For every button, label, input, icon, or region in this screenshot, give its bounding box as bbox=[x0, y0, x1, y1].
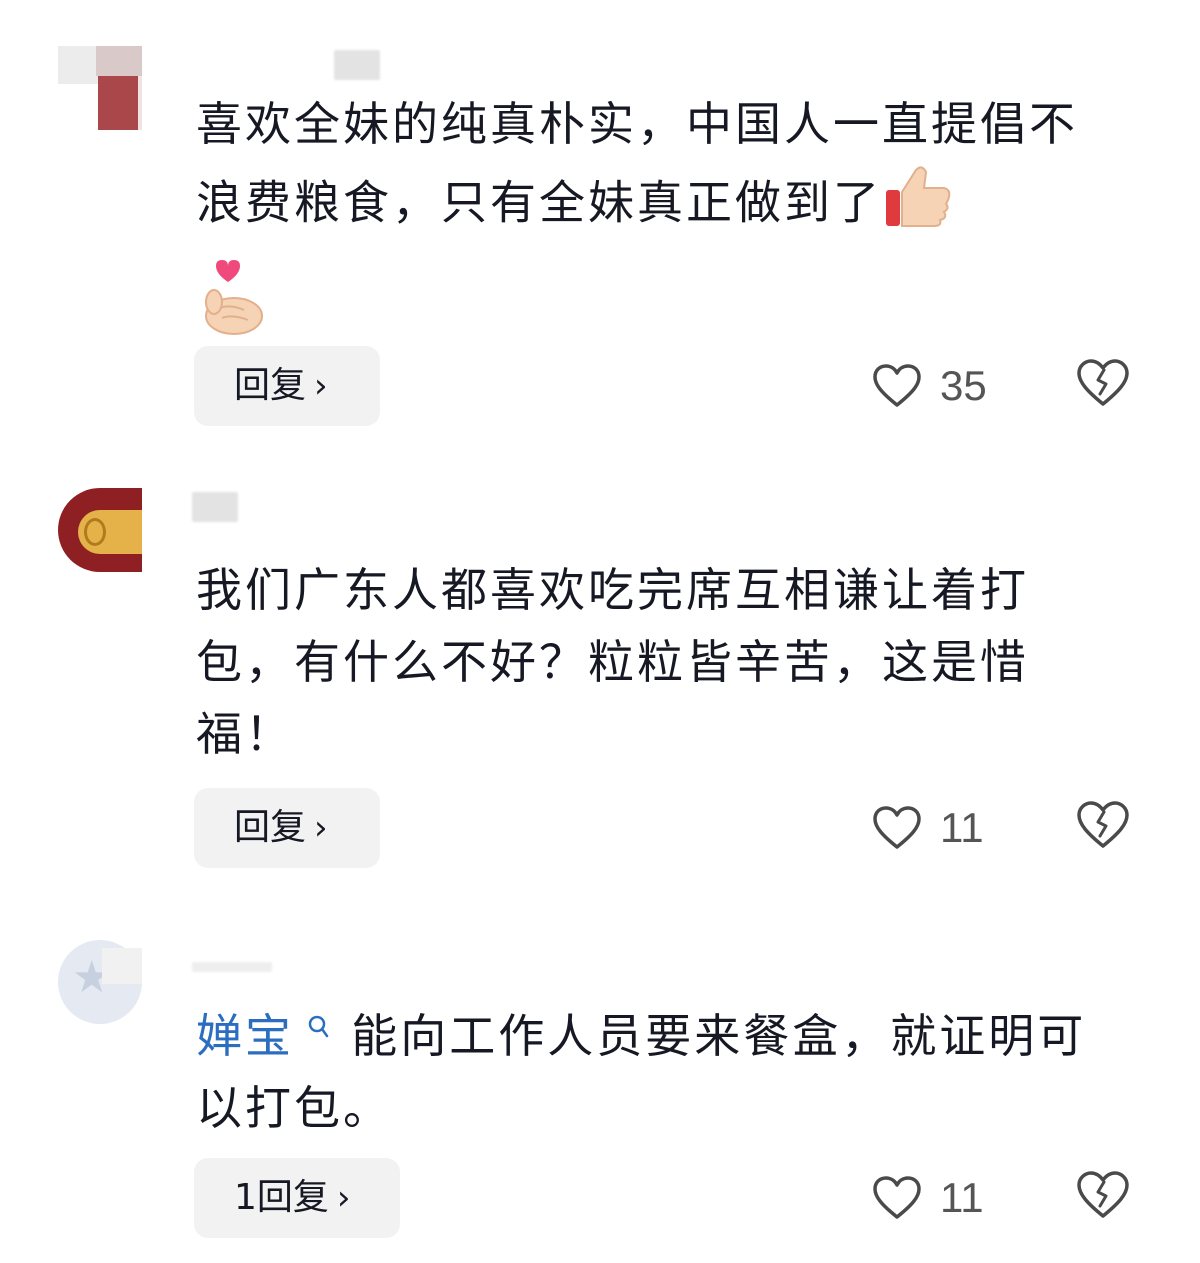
like-button[interactable]: 11 bbox=[872, 1168, 984, 1228]
finger-heart-emoji-icon bbox=[196, 258, 266, 358]
thumbs-up-emoji-icon bbox=[882, 160, 954, 252]
like-count: 35 bbox=[940, 362, 987, 409]
broken-heart-icon bbox=[1077, 1171, 1129, 1218]
heart-outline-icon bbox=[873, 806, 921, 849]
reply-button[interactable]: 回复 › bbox=[194, 346, 380, 426]
like-count: 11 bbox=[940, 1174, 984, 1221]
like-count: 11 bbox=[940, 804, 984, 851]
reply-button[interactable]: 1回复 › bbox=[194, 1158, 400, 1238]
dislike-button[interactable] bbox=[1076, 800, 1130, 854]
like-button[interactable]: 11 bbox=[872, 798, 984, 858]
reply-label: 回复 bbox=[234, 365, 307, 406]
dislike-button[interactable] bbox=[1076, 1170, 1130, 1224]
mention-link[interactable]: 婵宝 bbox=[196, 1009, 294, 1063]
reply-button[interactable]: 回复 › bbox=[194, 788, 380, 868]
username-blurred bbox=[334, 50, 380, 80]
heart-outline-icon bbox=[873, 1176, 921, 1219]
comment-text: 婵宝 能向工作人员要来餐盒，就证明可以打包。 bbox=[196, 1000, 1116, 1144]
chevron-right-icon: › bbox=[314, 808, 328, 848]
avatar[interactable] bbox=[58, 488, 142, 572]
broken-heart-icon bbox=[1077, 801, 1129, 848]
reply-label: 1回复 bbox=[234, 1177, 329, 1218]
search-icon bbox=[296, 1015, 339, 1044]
dislike-button[interactable] bbox=[1076, 358, 1130, 412]
heart-outline-icon bbox=[873, 364, 921, 407]
comment-text: 喜欢全妹的纯真朴实，中国人一直提倡不浪费粮食，只有全妹真正做到了 bbox=[196, 88, 1116, 358]
avatar[interactable]: ★ bbox=[58, 940, 142, 1024]
chevron-right-icon: › bbox=[314, 366, 328, 406]
username-blurred bbox=[192, 492, 238, 522]
avatar[interactable] bbox=[58, 46, 142, 130]
comment-text: 我们广东人都喜欢吃完席互相谦让着打包，有什么不好？粒粒皆辛苦，这是惜福！ bbox=[196, 563, 1029, 761]
like-button[interactable]: 35 bbox=[872, 356, 987, 416]
reply-label: 回复 bbox=[234, 807, 307, 848]
chevron-right-icon: › bbox=[336, 1178, 351, 1218]
username-blurred bbox=[192, 962, 272, 972]
broken-heart-icon bbox=[1077, 359, 1129, 406]
